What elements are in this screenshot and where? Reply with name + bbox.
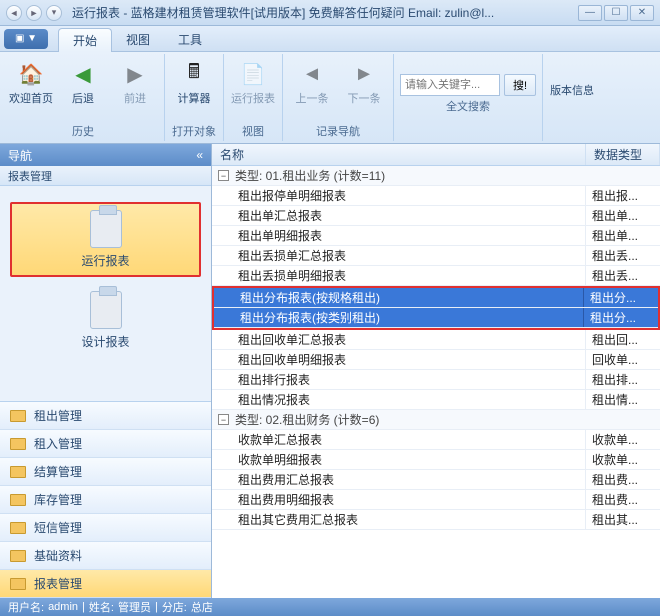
home-icon: 🏠 — [17, 60, 45, 88]
nav-collapse-icon[interactable]: « — [196, 148, 203, 162]
nav-subheader: 报表管理 — [0, 166, 211, 186]
search-input[interactable] — [400, 74, 500, 96]
forward-button: ▶前进 — [112, 56, 158, 121]
sys-down-icon[interactable]: ▾ — [46, 5, 62, 21]
folder-icon — [10, 578, 26, 590]
folder-icon — [10, 466, 26, 478]
welcome-button[interactable]: 🏠欢迎首页 — [8, 56, 54, 121]
table-row[interactable]: 收款单明细报表收款单... — [212, 450, 660, 470]
title-bar: ◄ ► ▾ 运行报表 - 蓝格建材租赁管理软件[试用版本] 免费解答任何疑问 E… — [0, 0, 660, 26]
nav-item-0[interactable]: 租出管理 — [0, 402, 211, 430]
back-button[interactable]: ◀后退 — [60, 56, 106, 121]
nav-item-1[interactable]: 租入管理 — [0, 430, 211, 458]
nav-header: 导航« — [0, 144, 211, 166]
run-report-button: 📄运行报表 — [230, 56, 276, 121]
grid-body: −类型: 01.租出业务 (计数=11)租出报停单明细报表租出报...租出单汇总… — [212, 166, 660, 598]
tab-start[interactable]: 开始 — [58, 28, 112, 52]
folder-icon — [10, 550, 26, 562]
main-panel: 名称 数据类型 −类型: 01.租出业务 (计数=11)租出报停单明细报表租出报… — [212, 144, 660, 598]
col-name[interactable]: 名称 — [212, 144, 586, 165]
card-design-report[interactable]: 设计报表 — [10, 291, 201, 350]
forward-icon: ▶ — [121, 60, 149, 88]
app-menu-button[interactable]: ▣ ▼ — [4, 29, 48, 49]
grid-header: 名称 数据类型 — [212, 144, 660, 166]
table-row[interactable]: 租出排行报表租出排... — [212, 370, 660, 390]
version-button[interactable]: 版本信息 — [549, 56, 595, 125]
tab-view[interactable]: 视图 — [112, 28, 164, 52]
next-record-button: ►下一条 — [341, 56, 387, 121]
table-row[interactable]: 租出情况报表租出情... — [212, 390, 660, 410]
group-row[interactable]: −类型: 01.租出业务 (计数=11) — [212, 166, 660, 186]
close-button[interactable]: ✕ — [630, 5, 654, 21]
table-row[interactable]: 租出报停单明细报表租出报... — [212, 186, 660, 206]
nav-item-3[interactable]: 库存管理 — [0, 486, 211, 514]
table-row[interactable]: 租出丢损单明细报表租出丢... — [212, 266, 660, 286]
sys-fwd-icon[interactable]: ► — [26, 5, 42, 21]
ribbon-group-search: 搜! 全文搜索 — [394, 54, 543, 141]
calculator-button[interactable]: 🖩计算器 — [171, 56, 217, 121]
ribbon-group-recnav: ◄上一条 ►下一条 记录导航 — [283, 54, 394, 141]
table-row[interactable]: 租出其它费用汇总报表租出其... — [212, 510, 660, 530]
nav-panel: 导航« 报表管理 运行报表 设计报表 租出管理租入管理结算管理库存管理短信管理基… — [0, 144, 212, 598]
nav-item-5[interactable]: 基础资料 — [0, 542, 211, 570]
table-row[interactable]: 收款单汇总报表收款单... — [212, 430, 660, 450]
calculator-icon: 🖩 — [180, 60, 208, 88]
next-icon: ► — [350, 60, 378, 88]
ribbon-group-history: 🏠欢迎首页 ◀后退 ▶前进 历史 — [2, 54, 165, 141]
nav-item-6[interactable]: 报表管理 — [0, 570, 211, 598]
ribbon-group-open: 🖩计算器 打开对象 — [165, 54, 224, 141]
table-row[interactable]: 租出分布报表(按类别租出)租出分... — [214, 308, 658, 328]
tab-tools[interactable]: 工具 — [164, 28, 216, 52]
ribbon-group-version: 版本信息 — [543, 54, 601, 141]
folder-icon — [10, 410, 26, 422]
nav-item-4[interactable]: 短信管理 — [0, 514, 211, 542]
clipboard-icon — [90, 210, 122, 248]
table-row[interactable]: 租出单汇总报表租出单... — [212, 206, 660, 226]
folder-icon — [10, 522, 26, 534]
selection-highlight: 租出分布报表(按规格租出)租出分...租出分布报表(按类别租出)租出分... — [212, 286, 660, 330]
clipboard-icon — [90, 291, 122, 329]
maximize-button[interactable]: ☐ — [604, 5, 628, 21]
ribbon: 🏠欢迎首页 ◀后退 ▶前进 历史 🖩计算器 打开对象 📄运行报表 视图 ◄上一条… — [0, 52, 660, 144]
back-icon: ◀ — [69, 60, 97, 88]
collapse-icon[interactable]: − — [218, 170, 229, 181]
prev-icon: ◄ — [298, 60, 326, 88]
window-title: 运行报表 - 蓝格建材租赁管理软件[试用版本] 免费解答任何疑问 Email: … — [72, 4, 494, 21]
table-row[interactable]: 租出分布报表(按规格租出)租出分... — [214, 288, 658, 308]
nav-body: 运行报表 设计报表 — [0, 186, 211, 401]
col-type[interactable]: 数据类型 — [586, 144, 660, 165]
table-row[interactable]: 租出回收单汇总报表租出回... — [212, 330, 660, 350]
table-row[interactable]: 租出回收单明细报表回收单... — [212, 350, 660, 370]
table-row[interactable]: 租出费用汇总报表租出费... — [212, 470, 660, 490]
table-row[interactable]: 租出丢损单汇总报表租出丢... — [212, 246, 660, 266]
report-icon: 📄 — [239, 60, 267, 88]
nav-item-2[interactable]: 结算管理 — [0, 458, 211, 486]
collapse-icon[interactable]: − — [218, 414, 229, 425]
sys-back-icon[interactable]: ◄ — [6, 5, 22, 21]
table-row[interactable]: 租出费用明细报表租出费... — [212, 490, 660, 510]
menu-tabs: ▣ ▼ 开始 视图 工具 — [0, 26, 660, 52]
folder-icon — [10, 438, 26, 450]
nav-accordion: 租出管理租入管理结算管理库存管理短信管理基础资料报表管理 — [0, 401, 211, 598]
prev-record-button: ◄上一条 — [289, 56, 335, 121]
card-run-report[interactable]: 运行报表 — [10, 202, 201, 277]
table-row[interactable]: 租出单明细报表租出单... — [212, 226, 660, 246]
ribbon-group-view: 📄运行报表 视图 — [224, 54, 283, 141]
group-row[interactable]: −类型: 02.租出财务 (计数=6) — [212, 410, 660, 430]
minimize-button[interactable]: — — [578, 5, 602, 21]
folder-icon — [10, 494, 26, 506]
search-button[interactable]: 搜! — [504, 74, 536, 96]
status-bar: 用户名:admin | 姓名:管理员 | 分店:总店 — [0, 598, 660, 616]
